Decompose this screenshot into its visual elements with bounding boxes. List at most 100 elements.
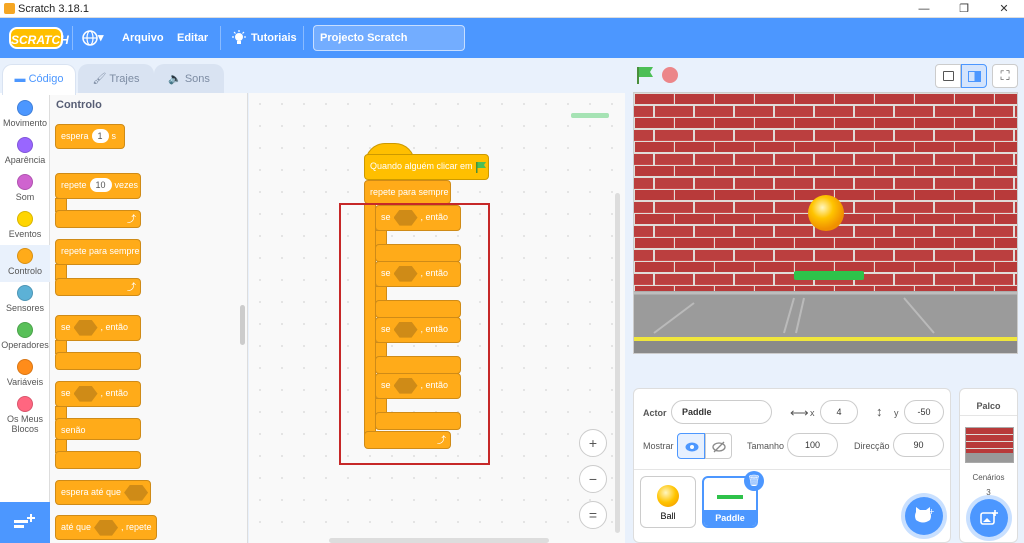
stage-header: ⛶ (626, 58, 1024, 92)
scratch-app-icon (4, 3, 15, 14)
minimize-button[interactable]: — (904, 0, 944, 18)
if-footer (55, 352, 141, 370)
language-menu[interactable]: ▾ (82, 18, 110, 58)
cat-add-icon: + (915, 507, 935, 523)
palette-heading: Controlo (56, 99, 102, 111)
sprite-thumb-ball[interactable]: Ball (640, 476, 696, 528)
forever-loop-block[interactable]: repete para sempre (364, 180, 451, 204)
tab-sounds-label: Sons (184, 73, 210, 85)
category-variáveis[interactable]: Variáveis (0, 356, 50, 393)
category-aparência[interactable]: Aparência (0, 134, 50, 171)
sprite-name-input[interactable]: Paddle (671, 400, 772, 424)
condition-slot[interactable] (94, 519, 119, 536)
small-stage-button[interactable] (935, 64, 961, 88)
repeat-input[interactable]: 10 (89, 178, 112, 192)
category-operadores[interactable]: Operadores (0, 319, 50, 356)
category-os-meus-blocos[interactable]: Os Meus Blocos (0, 393, 50, 434)
paddle-sprite[interactable] (794, 271, 864, 280)
condition-slot[interactable] (124, 484, 149, 501)
green-flag-icon[interactable] (635, 65, 655, 85)
stage-canvas[interactable] (633, 92, 1018, 354)
y-position-input[interactable]: -50 (904, 400, 944, 424)
wait-input[interactable]: 1 (91, 129, 109, 143)
wait-until-label: espera até que (61, 487, 122, 497)
forever-footer: ⤴ (55, 278, 141, 296)
backdrop-thumbnail[interactable] (965, 427, 1014, 463)
window-titlebar: Scratch 3.18.1 — ❐ ✕ (0, 0, 1024, 18)
condition-slot[interactable] (73, 385, 98, 402)
if-else-block[interactable]: se , então (55, 381, 141, 407)
scratch-logo[interactable]: SCRATCH (9, 27, 69, 49)
speaker-icon: 🔈 (168, 73, 182, 85)
add-extension-button[interactable] (0, 502, 50, 543)
project-title-input[interactable]: Projecto Scratch (313, 25, 465, 51)
caret-down-icon: ▾ (98, 32, 104, 44)
tab-costumes[interactable]: 🖌 Trajes (78, 64, 154, 94)
forever-label: repete para sempre (370, 187, 449, 197)
sprite-name-ball: Ball (660, 511, 676, 521)
condition-slot[interactable] (73, 319, 98, 336)
wait-label: espera (61, 131, 89, 141)
paddle-thumbnail (717, 495, 743, 499)
green-flag-icon (476, 161, 487, 173)
size-label: Tamanho (747, 441, 785, 451)
delete-sprite-button[interactable]: 🗑 (744, 471, 764, 491)
trash-icon: 🗑 (747, 475, 761, 487)
stage-selector-pane[interactable]: Palco Cenários 3 (959, 388, 1018, 543)
ball-thumbnail (657, 485, 679, 507)
category-controlo[interactable]: Controlo (0, 245, 50, 282)
size-input[interactable]: 100 (787, 433, 838, 457)
if-block[interactable]: se , então (55, 315, 141, 341)
category-label: Operadores (1, 340, 49, 350)
close-window-button[interactable]: ✕ (984, 0, 1024, 18)
repeat-until-label: até que (61, 522, 92, 532)
normal-stage-button[interactable] (961, 64, 987, 88)
fullscreen-button[interactable]: ⛶ (992, 64, 1018, 88)
category-sensores[interactable]: Sensores (0, 282, 50, 319)
brush-icon: 🖌 (92, 73, 107, 85)
ball-sprite[interactable] (808, 195, 844, 231)
edit-menu[interactable]: Editar (177, 18, 208, 58)
stop-icon[interactable] (662, 67, 678, 83)
category-eventos[interactable]: Eventos (0, 208, 50, 245)
choose-backdrop-button[interactable] (970, 499, 1008, 537)
zoom-reset-button[interactable]: = (579, 501, 607, 529)
tutorials-menu[interactable]: Tutoriais (231, 18, 297, 58)
when-flag-clicked-block[interactable]: Quando alguém clicar em (364, 154, 489, 180)
backdrop-floor (966, 453, 1013, 462)
hat-label: Quando alguém clicar em (370, 161, 473, 171)
category-movimento[interactable]: Movimento (0, 97, 50, 134)
loop-arrow-icon: ⤴ (126, 214, 136, 224)
palette-scrollbar[interactable] (240, 305, 245, 345)
show-sprite-button[interactable] (677, 433, 705, 459)
wait-block[interactable]: espera 1 s (55, 124, 125, 149)
script-scrollbar-vertical[interactable] (615, 193, 620, 533)
wait-until-block[interactable]: espera até que (55, 480, 151, 505)
pane-divider (634, 469, 950, 470)
tab-code[interactable]: ▬ Código (2, 64, 76, 95)
script-area[interactable]: Quando alguém clicar em repete para semp… (249, 93, 625, 543)
zoom-in-button[interactable]: + (579, 429, 607, 457)
backdrops-label: Cenários (972, 473, 1005, 482)
choose-sprite-button[interactable]: + (905, 497, 943, 535)
maximize-button[interactable]: ❐ (944, 0, 984, 18)
zoom-out-button[interactable]: − (579, 465, 607, 493)
image-add-icon (980, 510, 998, 525)
category-label: Movimento (2, 118, 47, 128)
forever-block[interactable]: repete para sempre (55, 239, 141, 265)
category-som[interactable]: Som (0, 171, 50, 208)
else-label: senão (61, 425, 86, 435)
x-position-input[interactable]: 4 (820, 400, 858, 424)
sprite-name-paddle: Paddle (704, 510, 756, 526)
hide-sprite-button[interactable] (705, 433, 732, 459)
tab-sounds[interactable]: 🔈 Sons (154, 64, 224, 94)
repeat-until-suffix: , repete (121, 522, 152, 532)
svg-text:+: + (928, 507, 935, 516)
direction-input[interactable]: 90 (893, 433, 944, 457)
script-scrollbar-horizontal[interactable] (329, 538, 549, 543)
loop-arrow-icon: ⤴ (126, 282, 136, 292)
repeat-block[interactable]: repete 10 vezes (55, 173, 141, 199)
repeat-until-block[interactable]: até que , repete (55, 515, 157, 540)
file-menu[interactable]: Arquivo (122, 18, 164, 58)
repeat-unit: vezes (114, 180, 139, 190)
